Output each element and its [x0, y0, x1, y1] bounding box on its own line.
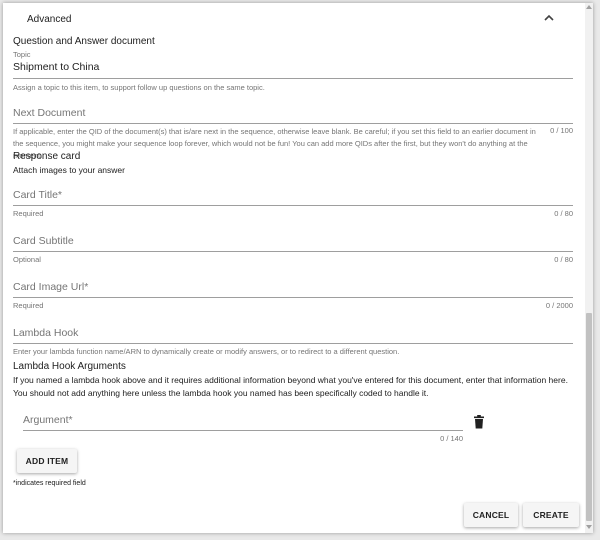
card-subtitle-counter: 0 / 80 [554, 255, 573, 264]
next-document-hint: If applicable, enter the QID of the docu… [13, 127, 536, 160]
lambda-hook-field[interactable]: Lambda Hook [13, 325, 573, 343]
response-card-subtitle: Attach images to your answer [13, 165, 125, 175]
lambda-hook-hint: Enter your lambda function name/ARN to d… [13, 347, 400, 356]
card-image-url-underline [13, 297, 573, 298]
scrollbar-thumb[interactable] [586, 313, 592, 521]
lambda-args-description: If you named a lambda hook above and it … [13, 375, 568, 398]
card-image-url-field[interactable]: Card Image Url* [13, 279, 573, 297]
argument-counter: 0 / 140 [440, 434, 463, 443]
advanced-title: Advanced [27, 14, 72, 25]
required-note: *indicates required field [13, 480, 86, 487]
topic-value: Shipment to China [13, 61, 100, 73]
card-title-counter: 0 / 80 [554, 209, 573, 218]
cancel-button[interactable]: CANCEL [464, 503, 518, 527]
scroll-up-arrow-icon[interactable] [586, 5, 592, 9]
chevron-up-icon[interactable] [542, 11, 556, 25]
card-title-underline [13, 205, 573, 206]
card-subtitle-placeholder: Card Subtitle [13, 235, 74, 247]
lambda-hook-underline [13, 343, 573, 344]
add-item-button[interactable]: ADD ITEM [17, 449, 77, 473]
card-subtitle-field[interactable]: Card Subtitle [13, 233, 573, 251]
trash-icon[interactable] [473, 415, 485, 429]
create-button[interactable]: CREATE [523, 503, 579, 527]
next-document-field[interactable]: Next Document [13, 105, 573, 123]
card-image-url-counter: 0 / 2000 [545, 301, 573, 310]
lambda-args-title: Lambda Hook Arguments [13, 361, 126, 372]
response-card-title: Response card [13, 151, 81, 162]
card-subtitle-hint: Optional [13, 255, 41, 264]
card-title-field[interactable]: Card Title* [13, 187, 573, 205]
card-image-url-hint: Required [13, 301, 44, 310]
advanced-header[interactable]: Advanced [3, 3, 585, 37]
argument-underline [23, 430, 463, 431]
advanced-dialog: Advanced Question and Answer document To… [3, 3, 593, 533]
lambda-hook-placeholder: Lambda Hook [13, 327, 79, 339]
qa-section-title: Question and Answer document [13, 36, 155, 47]
argument-field[interactable]: Argument* [23, 412, 463, 430]
card-title-hint: Required [13, 209, 44, 218]
scroll-down-arrow-icon[interactable] [586, 525, 592, 529]
topic-hint: Assign a topic to this item, to support … [13, 83, 265, 92]
next-document-underline [13, 123, 573, 124]
topic-underline [13, 78, 573, 79]
card-subtitle-underline [13, 251, 573, 252]
card-image-url-placeholder: Card Image Url* [13, 281, 89, 293]
next-document-counter: 0 / 100 [550, 126, 573, 135]
argument-placeholder: Argument* [23, 414, 73, 426]
card-title-placeholder: Card Title* [13, 189, 63, 201]
topic-field[interactable]: Shipment to China [13, 58, 573, 78]
next-document-placeholder: Next Document [13, 107, 86, 119]
